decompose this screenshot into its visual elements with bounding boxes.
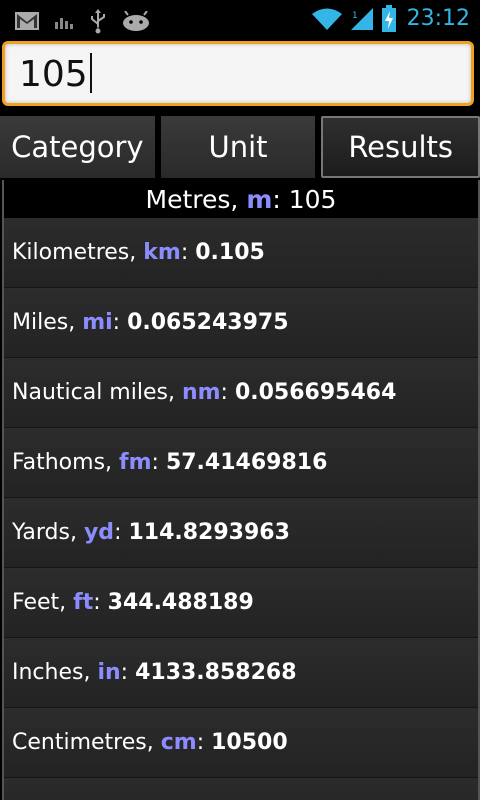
result-row[interactable]: Kilometres, km: 0.105 [4,218,478,288]
unit-name: Nautical miles, [12,380,175,405]
signal-icon: 1 [350,8,373,30]
value-input-text: 105 [19,54,88,95]
result-row[interactable]: Nautical miles, nm: 0.056695464 [4,358,478,428]
unit-symbol: in [97,660,121,685]
unit-symbol: fm [119,450,152,475]
unit-symbol: yd [83,520,115,545]
source-unit-name: Metres, [145,184,239,214]
unit-name: Fathoms, [12,450,113,475]
unit-value: 0.105 [195,240,265,265]
unit-value: 344.488189 [107,590,254,615]
unit-value: 0.065243975 [127,310,289,335]
unit-symbol: km [143,240,181,265]
status-clock: 23:12 [406,6,470,31]
android-icon [123,11,149,31]
unit-symbol: nm [181,380,221,405]
usb-icon [91,9,105,34]
unit-value: 4133.858268 [135,660,297,685]
result-row[interactable]: Yards, yd: 114.8293963 [4,498,478,568]
status-bar: 1 23:12 [0,0,480,38]
result-row-partial[interactable] [4,778,478,800]
unit-value: 10500 [211,730,288,755]
unit-name: Feet, [12,590,67,615]
result-row[interactable]: Miles, mi: 0.065243975 [4,288,478,358]
results-header: Metres, m: 105 [4,180,478,218]
unit-symbol: ft [73,590,94,615]
tab-unit[interactable]: Unit [160,116,316,178]
source-unit-symbol: m [246,184,273,214]
result-row[interactable]: Fathoms, fm: 57.41469816 [4,428,478,498]
unit-symbol: mi [82,310,113,335]
unit-value: 0.056695464 [234,380,397,405]
results-list[interactable]: Metres, m: 105 Kilometres, km: 0.105 Mil… [2,180,480,800]
gmail-icon [15,12,39,30]
tab-results[interactable]: Results [321,116,480,178]
unit-value: 57.41469816 [165,450,328,475]
wifi-icon [311,8,342,30]
unit-name: Yards, [12,520,77,545]
unit-name: Inches, [12,660,91,685]
battery-icon [381,5,396,32]
unit-name: Kilometres, [12,240,137,265]
source-unit-value: : 105 [272,184,337,214]
unit-symbol: cm [160,730,197,755]
bar-chart-icon [55,18,73,29]
tab-bar: Category Unit Results [0,116,480,180]
svg-text:1: 1 [352,11,358,21]
value-input[interactable]: 105 [2,41,474,106]
unit-value: 114.8293963 [128,520,290,545]
value-input-container: 105 [0,38,480,112]
tab-category[interactable]: Category [0,116,155,178]
result-row[interactable]: Feet, ft: 344.488189 [4,568,478,638]
text-caret [89,53,92,93]
unit-name: Centimetres, [12,730,154,755]
result-row[interactable]: Inches, in: 4133.858268 [4,638,478,708]
result-row[interactable]: Centimetres, cm: 10500 [4,708,478,778]
unit-name: Miles, [12,310,76,335]
